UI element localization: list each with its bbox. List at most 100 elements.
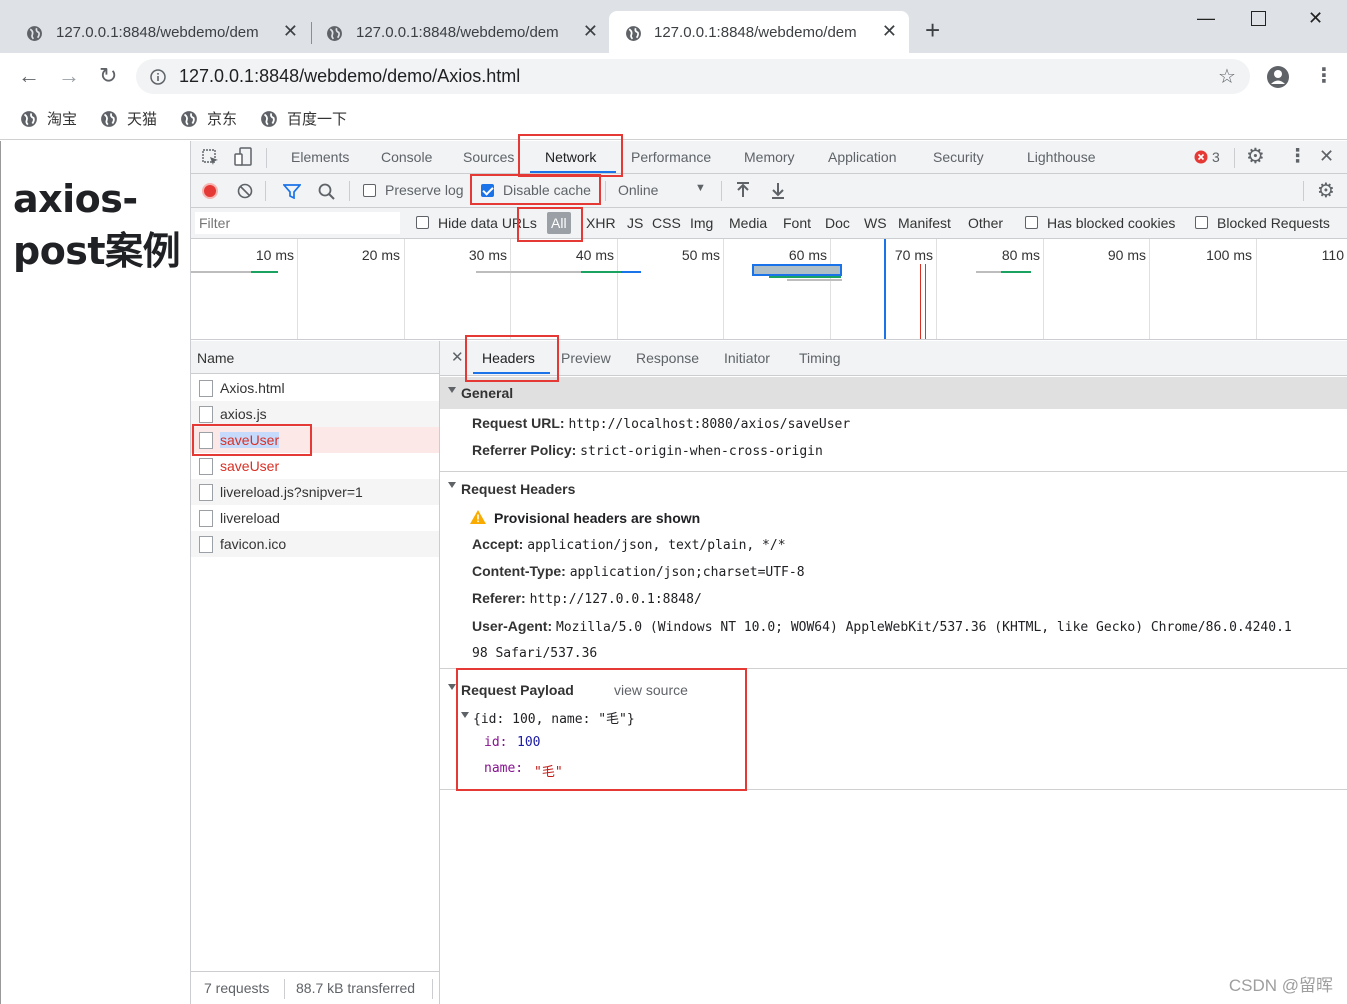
tab-initiator[interactable]: Initiator [724,350,770,366]
tab-memory[interactable]: Memory [744,149,795,165]
bookmark-label: 天猫 [127,111,158,128]
hide-data-urls-checkbox[interactable] [416,216,429,229]
type-filter-media[interactable]: Media [729,215,767,231]
header-value: strict-origin-when-cross-origin [580,444,823,459]
maximize-icon[interactable] [1251,11,1266,26]
error-count[interactable]: 3 [1212,149,1220,165]
blocked-requests-checkbox[interactable] [1195,216,1208,229]
type-filter-all[interactable]: All [547,212,571,234]
tab-timing[interactable]: Timing [799,350,841,366]
tab-preview[interactable]: Preview [561,350,611,366]
import-har-icon[interactable] [736,182,750,199]
preserve-log-checkbox[interactable] [363,184,376,197]
search-icon[interactable] [318,183,335,200]
tab-headers[interactable]: Headers [482,350,535,366]
type-filter-css[interactable]: CSS [652,215,681,231]
close-devtools-icon[interactable]: ✕ [1319,146,1334,167]
bookmark-tmall[interactable]: 天猫 [100,108,157,129]
tab-performance[interactable]: Performance [631,149,711,165]
type-filter-doc[interactable]: Doc [825,215,850,231]
inspect-element-icon[interactable] [202,149,220,167]
bookmark-baidu[interactable]: 百度一下 [260,108,347,129]
address-bar[interactable]: 127.0.0.1:8848/webdemo/demo/Axios.html ☆ [136,59,1250,94]
expand-triangle-icon[interactable] [461,712,469,718]
request-row[interactable]: axios.js [191,401,439,427]
devtools-menu-icon[interactable]: ⋮ [1288,145,1307,168]
device-toolbar-icon[interactable] [234,147,254,167]
disable-cache-checkbox[interactable] [481,184,494,197]
type-filter-js[interactable]: JS [627,215,643,231]
bookmark-taobao[interactable]: 淘宝 [20,108,77,129]
script-icon [199,406,213,423]
timeline-tick-label: 50 ms [681,247,720,263]
bookmark-star-icon[interactable]: ☆ [1218,64,1236,89]
view-source-link[interactable]: view source [614,682,688,698]
close-detail-icon[interactable]: ✕ [451,348,464,366]
tab-lighthouse[interactable]: Lighthouse [1027,149,1096,165]
tab-title: 127.0.0.1:8848/webdemo/dem [654,24,857,41]
type-filter-other[interactable]: Other [968,215,1003,231]
tab-sources[interactable]: Sources [463,149,514,165]
bookmark-jd[interactable]: 京东 [180,108,237,129]
request-list-header: Name [191,341,439,374]
general-section-header[interactable]: General [440,377,1347,409]
forward-arrow-icon[interactable]: → [58,65,80,87]
new-tab-plus-icon[interactable]: + [925,17,940,43]
tab-close-icon[interactable]: ✕ [583,21,598,42]
tab-response[interactable]: Response [636,350,699,366]
header-key: Request URL: [472,415,565,431]
reload-icon[interactable]: ↻ [99,65,117,87]
page-viewport: axios-post案例 [0,141,190,1004]
toolbar-divider [1303,181,1304,201]
request-headers-section-header[interactable]: Request Headers [440,472,1347,504]
request-name: saveUser [220,458,280,474]
type-filter-manifest[interactable]: Manifest [898,215,951,231]
browser-tab-2[interactable]: 127.0.0.1:8848/webdemo/dem ✕ [300,11,610,53]
request-row[interactable]: Axios.html [191,375,439,401]
disable-cache-label: Disable cache [503,182,591,198]
type-filter-font[interactable]: Font [783,215,811,231]
timeline-tick-label: 10 ms [255,247,294,263]
throttling-select[interactable]: Online [618,182,658,198]
tab-network[interactable]: Network [545,149,596,165]
tab-application[interactable]: Application [828,149,897,165]
tab-security[interactable]: Security [933,149,984,165]
browser-tab-3-active[interactable]: 127.0.0.1:8848/webdemo/dem ✕ [609,11,909,53]
name-column-header[interactable]: Name [197,350,234,366]
request-row[interactable]: favicon.ico [191,531,439,557]
export-har-icon[interactable] [771,182,785,199]
tab-close-icon[interactable]: ✕ [882,21,897,42]
request-row[interactable]: livereload [191,505,439,531]
request-row[interactable]: saveUser [191,453,439,479]
record-icon[interactable] [202,183,218,199]
minimize-icon[interactable]: — [1197,8,1215,29]
tab-console[interactable]: Console [381,149,432,165]
request-row[interactable]: livereload.js?snipver=1 [191,479,439,505]
info-icon[interactable] [150,69,166,85]
browser-menu-icon[interactable]: ⋮ [1314,63,1334,88]
settings-gear-icon[interactable]: ⚙ [1246,144,1265,169]
request-url-row: Request URL: http://localhost:8080/axios… [472,415,850,432]
profile-avatar-icon[interactable] [1266,65,1290,89]
type-filter-img[interactable]: Img [690,215,713,231]
request-payload-section-header[interactable]: Request Payload view source [440,674,1347,706]
filter-funnel-icon[interactable] [283,184,301,199]
error-icon[interactable] [1194,150,1208,164]
browser-tab-1[interactable]: 127.0.0.1:8848/webdemo/dem ✕ [0,11,310,53]
timeline-overview[interactable]: 10 ms 20 ms 30 ms 40 ms 50 ms 60 ms 70 m… [191,239,1347,340]
referer-row: Referer: http://127.0.0.1:8848/ [472,590,702,607]
has-blocked-cookies-checkbox[interactable] [1025,216,1038,229]
timeline-tick-label: 100 ms [1206,247,1252,263]
type-filter-ws[interactable]: WS [864,215,887,231]
network-settings-gear-icon[interactable]: ⚙ [1317,178,1335,203]
filter-input[interactable] [195,212,400,234]
tab-elements[interactable]: Elements [291,149,349,165]
type-filter-xhr[interactable]: XHR [586,215,616,231]
back-arrow-icon[interactable]: ← [18,65,40,87]
tab-close-icon[interactable]: ✕ [283,21,298,42]
clear-icon[interactable] [237,183,253,199]
request-row-selected[interactable]: saveUser [191,427,439,453]
user-agent-row: User-Agent: Mozilla/5.0 (Windows NT 10.0… [472,618,1342,635]
chevron-down-icon[interactable]: ▼ [695,182,706,194]
window-close-icon[interactable]: ✕ [1308,8,1323,29]
